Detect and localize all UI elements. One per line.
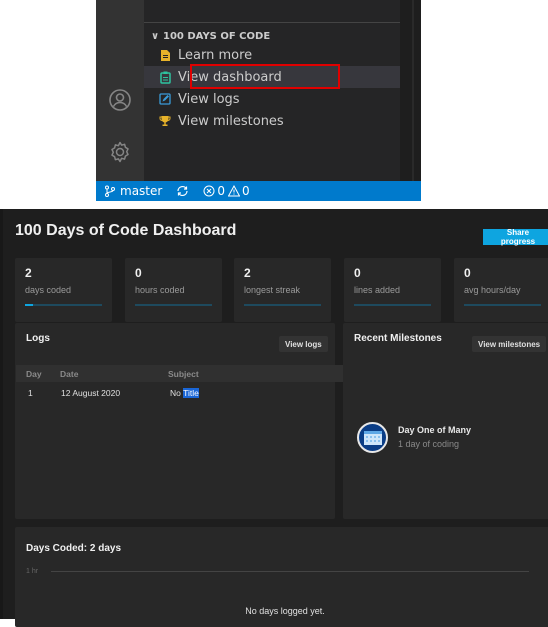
highlight-box: [190, 64, 340, 89]
branch-indicator[interactable]: master: [104, 184, 162, 198]
chevron-down-icon: ∨: [150, 30, 160, 42]
logs-table-header: Day Date Subject: [16, 365, 349, 382]
milestone-subtitle: 1 day of coding: [398, 439, 460, 449]
calendar-icon: [357, 422, 388, 453]
cell-date: 12 August 2020: [61, 388, 121, 398]
document-icon: [158, 48, 172, 62]
stat-card-days-coded: 2 days coded: [15, 258, 112, 322]
page-title: 100 Days of Code Dashboard: [15, 222, 237, 239]
stat-label: hours coded: [135, 285, 185, 295]
warning-count: 0: [241, 184, 250, 198]
editor-edge: [400, 0, 421, 181]
scrollbar[interactable]: [412, 0, 414, 181]
cell-subject: No Title: [170, 388, 199, 398]
sync-icon: [177, 185, 188, 197]
warning-icon: [227, 185, 240, 197]
stat-progress-bar: [25, 304, 102, 306]
activity-bar: [96, 0, 144, 181]
stat-progress-bar: [244, 304, 321, 306]
vscode-window: ∨ 100 DAYS OF CODE Learn more View dashb…: [96, 0, 421, 201]
status-bar: master 0 0: [96, 181, 421, 201]
dashboard: 100 Days of Code Dashboard Share progres…: [0, 209, 548, 627]
subject-text: No: [170, 388, 181, 398]
stat-label: avg hours/day: [464, 285, 521, 295]
stat-card-longest-streak: 2 longest streak: [234, 258, 331, 322]
dashboard-edge: [0, 209, 3, 619]
stat-value: 0: [354, 266, 361, 280]
stat-label: days coded: [25, 285, 72, 295]
branch-name: master: [120, 184, 163, 198]
milestone-title: Day One of Many: [398, 425, 472, 435]
stat-value: 2: [244, 266, 251, 280]
stat-card-avg-hours: 0 avg hours/day: [454, 258, 548, 322]
tree-item-label: Learn more: [178, 47, 253, 63]
git-branch-icon: [105, 185, 115, 197]
tree-item-label: View logs: [178, 91, 240, 107]
tree-item-view-logs[interactable]: View logs: [144, 88, 400, 110]
stat-value: 2: [25, 266, 32, 280]
stat-label: longest streak: [244, 285, 301, 295]
clipboard-icon: [158, 70, 172, 84]
chart-gridline: [51, 571, 529, 572]
tree-item-label: View milestones: [178, 113, 284, 129]
stat-card-lines-added: 0 lines added: [344, 258, 441, 322]
tree-item-view-milestones[interactable]: View milestones: [144, 110, 400, 132]
section-title: 100 DAYS OF CODE: [163, 30, 271, 42]
selected-text: Title: [183, 388, 199, 398]
stat-progress-bar: [354, 304, 431, 306]
error-count: 0: [217, 184, 225, 198]
table-row[interactable]: 1 12 August 2020 No Title: [16, 382, 349, 404]
share-progress-button[interactable]: Share progress: [483, 228, 548, 246]
problems-indicator[interactable]: 0 0: [203, 184, 250, 198]
logs-title: Logs: [26, 333, 50, 344]
days-coded-panel: Days Coded: 2 days 1 hr No days logged y…: [15, 527, 548, 627]
stat-card-hours-coded: 0 hours coded: [125, 258, 222, 322]
stat-progress-bar: [464, 304, 541, 306]
view-logs-button[interactable]: View logs: [279, 336, 328, 352]
stat-value: 0: [464, 266, 471, 280]
trophy-icon: [158, 114, 172, 128]
logs-panel: Logs View logs Day Date Subject 1 12 Aug…: [15, 323, 349, 519]
stat-progress-bar: [135, 304, 212, 306]
y-axis-label: 1 hr: [26, 568, 39, 575]
column-header-subject: Subject: [168, 369, 199, 379]
gear-icon[interactable]: [108, 140, 132, 164]
days-coded-title: Days Coded: 2 days: [26, 543, 122, 554]
error-icon: [203, 185, 215, 197]
section-header[interactable]: ∨ 100 DAYS OF CODE: [144, 27, 270, 45]
edit-icon: [158, 92, 172, 106]
section-divider: [144, 22, 400, 23]
column-header-day: Day: [26, 369, 42, 379]
stat-value: 0: [135, 266, 142, 280]
milestones-title: Recent Milestones: [354, 333, 442, 344]
milestones-panel: Recent Milestones View milestones Day On…: [343, 323, 548, 519]
sync-button[interactable]: [176, 185, 189, 197]
stat-progress-fill: [25, 304, 33, 306]
view-milestones-button[interactable]: View milestones: [472, 336, 547, 352]
empty-message: No days logged yet.: [245, 606, 325, 616]
stat-label: lines added: [354, 285, 401, 295]
sidebar: ∨ 100 DAYS OF CODE Learn more View dashb…: [144, 0, 400, 181]
tree-item-learn-more[interactable]: Learn more: [144, 44, 400, 66]
column-header-date: Date: [60, 369, 79, 379]
cell-day: 1: [28, 388, 33, 398]
account-icon[interactable]: [108, 88, 132, 112]
